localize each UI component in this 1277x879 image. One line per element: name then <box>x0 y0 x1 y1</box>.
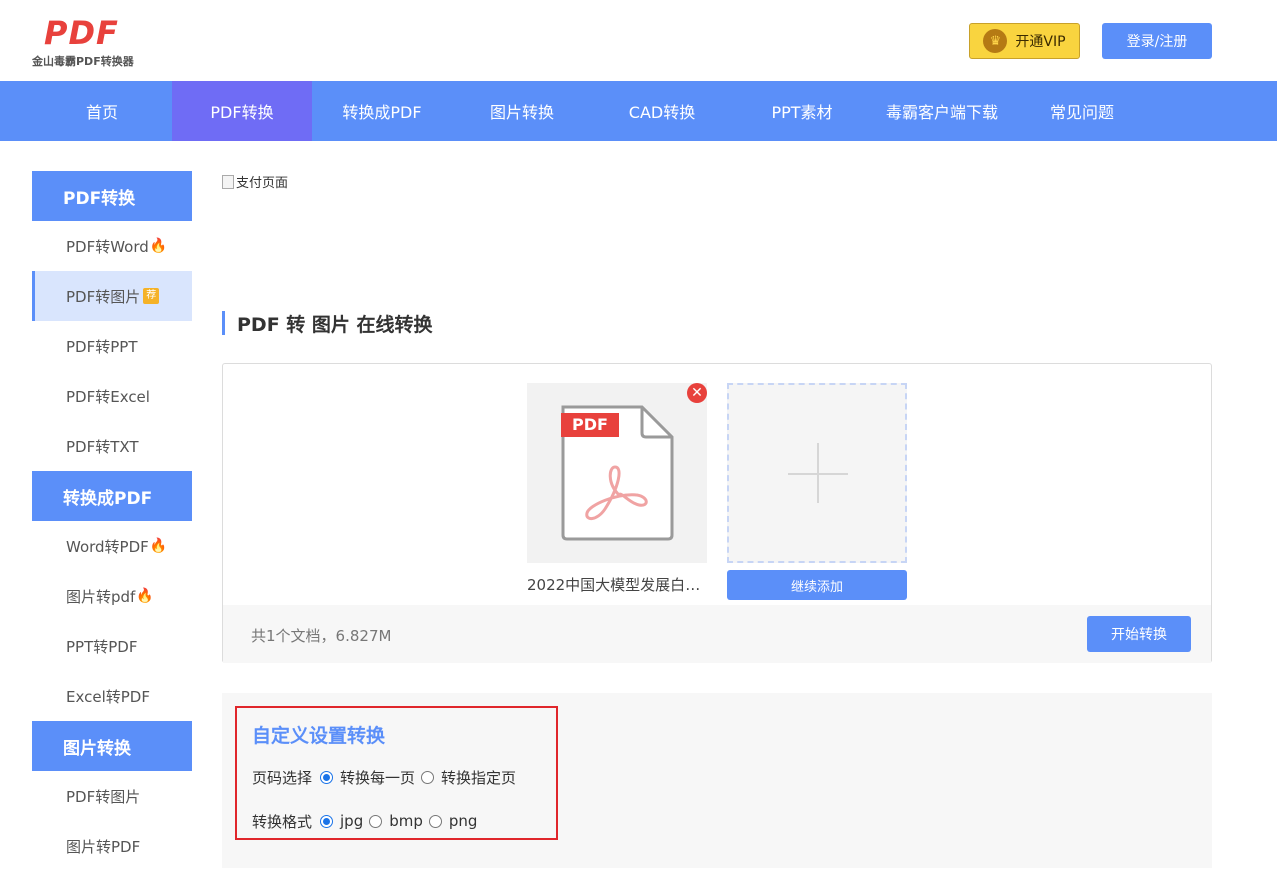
nav-item-pdf-convert[interactable]: PDF转换 <box>172 81 312 141</box>
nav-item-client-download[interactable]: 毒霸客户端下载 <box>872 81 1012 141</box>
nav-item-image-convert[interactable]: 图片转换 <box>452 81 592 141</box>
file-card[interactable]: PDF <box>527 383 707 563</box>
format-row: 转换格式 jpg bmp png <box>252 811 483 831</box>
login-button[interactable]: 登录/注册 <box>1102 23 1212 59</box>
sidebar-item-excel-to-pdf[interactable]: Excel转PDF <box>32 671 192 721</box>
pdf-badge-label: PDF <box>572 415 608 434</box>
main-nav: 首页 PDF转换 转换成PDF 图片转换 CAD转换 PPT素材 毒霸客户端下载… <box>0 81 1277 141</box>
option-png[interactable]: png <box>449 812 478 830</box>
sidebar-group-to-pdf: 转换成PDF <box>32 471 192 521</box>
upload-area: PDF ✕ 2022中国大模型发展白皮书.pdf 继续添加 共1个文档，6.82… <box>222 363 1212 663</box>
option-jpg[interactable]: jpg <box>340 812 363 830</box>
sidebar-item-pdf-to-ppt[interactable]: PDF转PPT <box>32 321 192 371</box>
page-selection-row: 页码选择 转换每一页 转换指定页 <box>252 767 522 787</box>
nav-item-home[interactable]: 首页 <box>32 81 172 141</box>
sidebar-item-pdf-to-excel[interactable]: PDF转Excel <box>32 371 192 421</box>
sidebar-item-image-to-pdf-2[interactable]: 图片转PDF <box>32 821 192 871</box>
logo[interactable]: PDF 金山毒霸PDF转换器 <box>32 14 152 70</box>
upload-footer: 共1个文档，6.827M 开始转换 <box>223 605 1211 663</box>
fire-icon: 🔥 <box>149 238 168 254</box>
sidebar-item-label: PDF转Word <box>66 237 149 256</box>
radio-every-page[interactable] <box>320 770 334 784</box>
sidebar-item-pdf-to-word[interactable]: PDF转Word 🔥 <box>32 221 192 271</box>
option-specified-page[interactable]: 转换指定页 <box>441 767 516 788</box>
crown-icon: ♛ <box>983 29 1008 53</box>
fire-icon: 🔥 <box>149 538 168 554</box>
pdf-file-icon <box>561 405 674 541</box>
logo-subtitle: 金山毒霸PDF转换器 <box>32 55 134 68</box>
format-label: 转换格式 <box>252 812 313 831</box>
recommend-badge: 荐 <box>143 288 160 304</box>
payment-banner-image[interactable]: 支付页面 <box>222 172 288 191</box>
continue-add-button[interactable]: 继续添加 <box>727 570 907 600</box>
banner-alt-text: 支付页面 <box>236 176 289 191</box>
page-selection-label: 页码选择 <box>252 768 313 787</box>
sidebar-item-pdf-to-image-2[interactable]: PDF转图片 <box>32 771 192 821</box>
sidebar: PDF转换 PDF转Word 🔥 PDF转图片荐 PDF转PPT PDF转Exce… <box>32 171 192 871</box>
sidebar-item-label: Word转PDF <box>66 537 149 556</box>
sidebar-item-ppt-to-pdf[interactable]: PPT转PDF <box>32 621 192 671</box>
section-title: PDF 转 图片 在线转换 <box>222 311 433 336</box>
plus-icon-vertical <box>817 443 819 503</box>
sidebar-item-pdf-to-image[interactable]: PDF转图片荐 <box>32 271 192 321</box>
start-convert-button[interactable]: 开始转换 <box>1087 616 1191 652</box>
nav-item-to-pdf[interactable]: 转换成PDF <box>312 81 452 141</box>
settings-title: 自定义设置转换 <box>252 725 386 747</box>
radio-specified-page[interactable] <box>421 770 435 784</box>
sidebar-item-pdf-to-txt[interactable]: PDF转TXT <box>32 421 192 471</box>
sidebar-item-label: 图片转pdf <box>66 587 136 606</box>
file-name: 2022中国大模型发展白皮书.pdf <box>527 576 707 594</box>
nav-item-faq[interactable]: 常见问题 <box>1012 81 1152 141</box>
header: PDF 金山毒霸PDF转换器 ♛ 开通VIP 登录/注册 <box>0 0 1277 81</box>
settings-panel: 自定义设置转换 页码选择 转换每一页 转换指定页 转换格式 jpg bmp pn… <box>222 693 1212 868</box>
add-file-area[interactable] <box>727 383 907 563</box>
radio-bmp[interactable] <box>369 814 383 828</box>
radio-png[interactable] <box>428 814 442 828</box>
sidebar-group-pdf-convert: PDF转换 <box>32 171 192 221</box>
remove-file-icon[interactable]: ✕ <box>687 383 707 403</box>
sidebar-group-image-convert: 图片转换 <box>32 721 192 771</box>
sidebar-item-label: PDF转图片 <box>66 287 141 306</box>
option-bmp[interactable]: bmp <box>389 812 423 830</box>
sidebar-item-word-to-pdf[interactable]: Word转PDF 🔥 <box>32 521 192 571</box>
fire-icon: 🔥 <box>136 588 154 604</box>
file-count-text: 共1个文档，6.827M <box>251 627 392 645</box>
sidebar-item-image-to-pdf[interactable]: 图片转pdf 🔥 <box>32 571 192 621</box>
nav-item-cad-convert[interactable]: CAD转换 <box>592 81 732 141</box>
nav-item-ppt-material[interactable]: PPT素材 <box>732 81 872 141</box>
radio-jpg[interactable] <box>320 814 334 828</box>
vip-button[interactable]: ♛ 开通VIP <box>969 23 1080 59</box>
vip-label: 开通VIP <box>1015 34 1066 50</box>
broken-image-icon <box>222 174 234 189</box>
option-every-page[interactable]: 转换每一页 <box>340 767 415 788</box>
logo-mark: PDF <box>44 14 119 52</box>
